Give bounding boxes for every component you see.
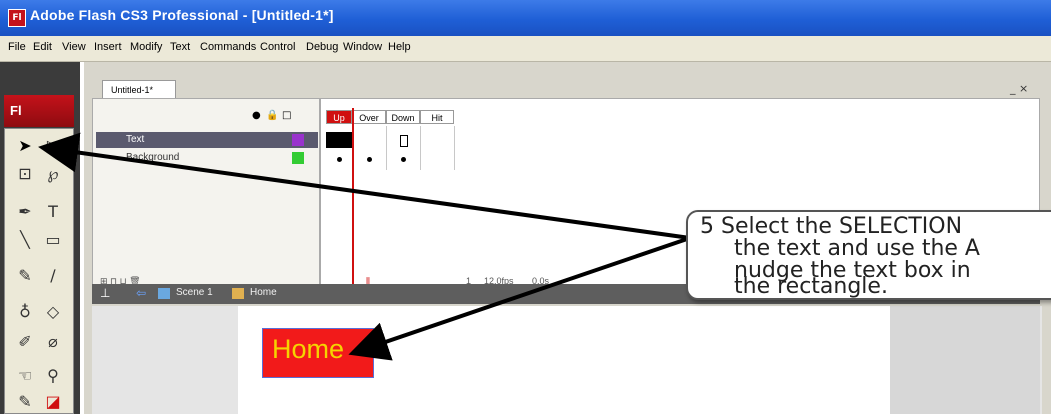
line-tool-icon[interactable]: ╲ xyxy=(13,229,37,251)
zoom-tool-icon[interactable]: ⚲ xyxy=(41,365,65,387)
frame-header-hit[interactable]: Hit xyxy=(420,110,454,124)
menu-modify[interactable]: Modify xyxy=(130,41,162,53)
layer-name-background: Background xyxy=(126,152,180,163)
playhead[interactable] xyxy=(352,108,354,288)
rectangle-tool-icon[interactable]: ▭ xyxy=(41,229,65,251)
layer-color-swatch xyxy=(292,152,304,164)
button-symbol-icon xyxy=(232,288,244,299)
paint-bucket-tool-icon[interactable]: ◇ xyxy=(41,301,65,323)
eraser-tool-icon[interactable]: ⌀ xyxy=(41,331,65,353)
pencil-tool-icon[interactable]: ✎ xyxy=(13,265,37,287)
eyedropper-tool-icon[interactable]: ✐ xyxy=(13,331,37,353)
keyframe-text-up[interactable] xyxy=(326,132,352,148)
lock-icon[interactable]: 🔒 xyxy=(266,110,278,121)
show-hide-icon[interactable]: ● xyxy=(252,110,261,121)
menu-file[interactable]: File xyxy=(8,41,26,53)
frame-header-up[interactable]: Up xyxy=(326,110,352,124)
keyframe-bg-over[interactable] xyxy=(367,157,372,162)
scene-icon xyxy=(158,288,170,299)
home-text-box[interactable]: Home xyxy=(272,334,344,365)
window-title: Adobe Flash CS3 Professional - [Untitled… xyxy=(30,7,334,23)
scene-breadcrumb[interactable]: Scene 1 xyxy=(176,287,213,298)
pen-tool-icon[interactable]: ✒ xyxy=(13,201,37,223)
menu-insert[interactable]: Insert xyxy=(94,41,122,53)
menu-text[interactable]: Text xyxy=(170,41,190,53)
window-controls[interactable]: _ × xyxy=(1010,82,1028,95)
document-tab[interactable]: Untitled-1* xyxy=(102,80,176,98)
back-arrow-icon[interactable]: ⇦ xyxy=(136,286,146,300)
keyframe-bg-up[interactable] xyxy=(337,157,342,162)
menu-view[interactable]: View xyxy=(62,41,86,53)
selection-tool-icon[interactable]: ➤ xyxy=(13,135,37,157)
timeline-layers-panel xyxy=(92,98,320,288)
timeline-toggle-icon[interactable]: ⊥ xyxy=(100,286,110,300)
frame-header-over[interactable]: Over xyxy=(352,110,386,124)
layer-row-background[interactable]: Background xyxy=(96,150,318,166)
menu-commands[interactable]: Commands xyxy=(200,41,256,53)
callout-line-4: the rectangle. xyxy=(734,274,888,299)
keyframe-bg-down[interactable] xyxy=(401,157,406,162)
flash-logo: Fl xyxy=(4,95,74,127)
fill-color-icon[interactable]: ◪ xyxy=(41,391,65,413)
menu-help[interactable]: Help xyxy=(388,41,411,53)
symbol-breadcrumb[interactable]: Home xyxy=(250,287,277,298)
subselection-tool-icon[interactable]: ▷ xyxy=(41,135,65,157)
hand-tool-icon[interactable]: ☜ xyxy=(13,365,37,387)
stroke-color-icon[interactable]: ✎ xyxy=(13,391,37,413)
layer-name-text: Text xyxy=(126,134,145,145)
menu-window[interactable]: Window xyxy=(343,41,382,53)
frame-header-down[interactable]: Down xyxy=(386,110,420,124)
instruction-callout: 5 Select the SELECTION the text and use … xyxy=(686,210,1051,300)
keyframe-text-down[interactable] xyxy=(400,135,408,147)
flash-app-icon: Fl xyxy=(8,9,26,27)
ink-bottle-tool-icon[interactable]: ♁ xyxy=(13,301,37,323)
menu-debug[interactable]: Debug xyxy=(306,41,338,53)
text-tool-icon[interactable]: T xyxy=(41,201,65,223)
tools-panel: ➤ ▷ ⊡ ℘ ✒ T ╲ ▭ ✎ ∕ ♁ ◇ ✐ ⌀ ☜ ⚲ ✎ ◪ xyxy=(4,128,74,414)
menu-bar: File Edit View Insert Modify Text Comman… xyxy=(0,36,1051,62)
free-transform-tool-icon[interactable]: ⊡ xyxy=(13,163,37,185)
layer-row-text[interactable]: Text xyxy=(96,132,318,148)
outline-icon[interactable]: □ xyxy=(282,110,291,121)
layer-color-swatch xyxy=(292,134,304,146)
menu-control[interactable]: Control xyxy=(260,41,295,53)
menu-edit[interactable]: Edit xyxy=(33,41,52,53)
brush-tool-icon[interactable]: ∕ xyxy=(41,265,65,287)
right-panel xyxy=(890,306,1040,414)
lasso-tool-icon[interactable]: ℘ xyxy=(41,163,65,185)
